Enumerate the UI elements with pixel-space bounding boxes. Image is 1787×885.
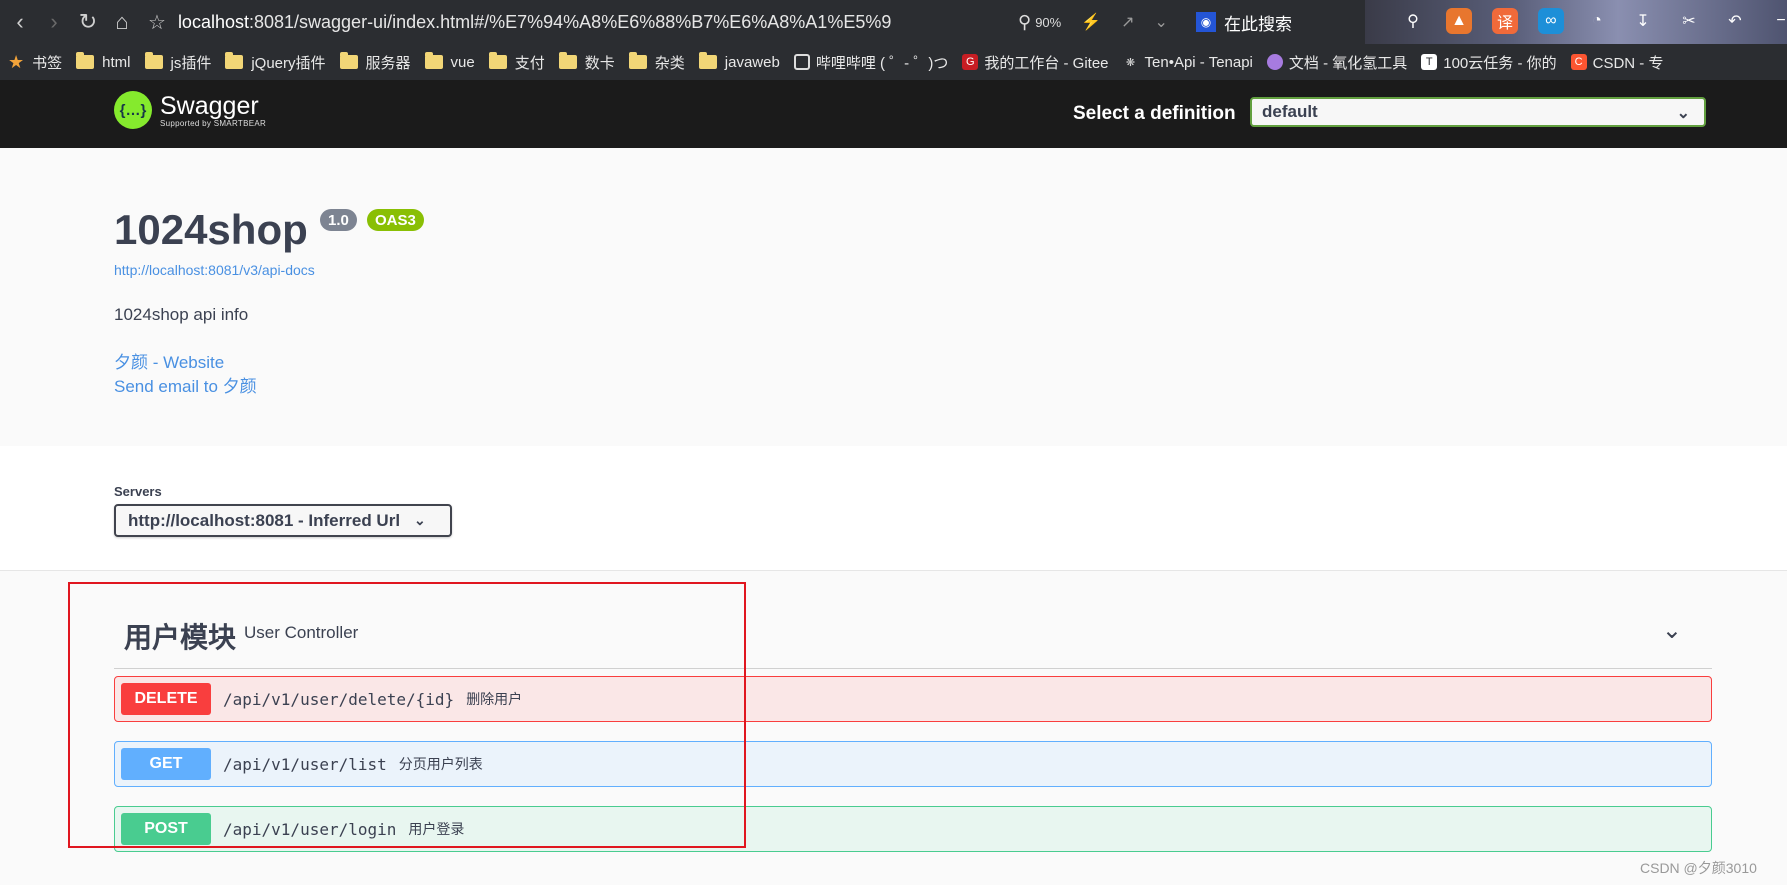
folder-icon xyxy=(144,52,163,69)
bookmark-site[interactable]: ❋ Ten•Api - Tenapi xyxy=(1123,54,1253,71)
gitee-icon: G xyxy=(962,54,979,70)
game-icon[interactable]: ▲ xyxy=(1446,8,1472,34)
logo-subtitle: Supported by SMARTBEAR xyxy=(160,118,267,128)
search-icon[interactable]: ⚲ xyxy=(1400,8,1426,34)
extension-icon[interactable]: ∞ xyxy=(1538,8,1564,34)
home-icon[interactable]: ⌂ xyxy=(108,8,136,36)
highlight-box xyxy=(68,582,746,848)
bookmark-star-icon[interactable]: ☆ xyxy=(148,10,166,35)
definition-label: Select a definition xyxy=(1073,103,1236,124)
search-engine-icon[interactable]: ◉ xyxy=(1195,12,1216,32)
bookmark-folder[interactable]: 数卡 xyxy=(558,52,615,73)
bookmark-folder[interactable]: html xyxy=(76,52,131,71)
translate-icon[interactable]: 译 xyxy=(1492,8,1518,34)
bookmark-site[interactable]: C CSDN - 专 xyxy=(1570,52,1663,73)
folder-icon xyxy=(698,52,717,69)
share-icon[interactable]: ↗ xyxy=(1121,12,1134,32)
folder-icon xyxy=(225,52,244,69)
bookmark-folder[interactable]: 支付 xyxy=(488,52,545,73)
definition-value: default xyxy=(1262,102,1318,121)
bookmarks-bar: ★ 书签 html js插件 jQuery插件 服务器 vue 支付 数卡 杂类 … xyxy=(0,44,1787,80)
address-bar[interactable]: ☆ localhost:8081/swagger-ui/index.html#/… xyxy=(148,6,998,38)
bookmark-site[interactable]: G 我的工作台 - Gitee xyxy=(962,52,1109,73)
bookmark-folder[interactable]: vue xyxy=(424,52,475,71)
watermark: CSDN @夕颜3010 xyxy=(1640,860,1757,876)
history-icon[interactable]: ◔ xyxy=(1584,8,1610,34)
logo-name: Swagger xyxy=(160,91,259,120)
more-icon[interactable]: − xyxy=(1768,8,1787,34)
api-title: 1024shop xyxy=(114,206,308,253)
flash-icon[interactable]: ⚡ xyxy=(1081,12,1101,32)
zoom-control[interactable]: ⚲ 90% xyxy=(1018,12,1061,33)
folder-icon xyxy=(76,52,95,69)
definition-select[interactable]: default ⌄ xyxy=(1250,97,1706,127)
folder-icon xyxy=(488,52,507,69)
server-value: http://localhost:8081 - Inferred Url xyxy=(128,510,401,530)
swagger-topbar: {…} Swagger Supported by SMARTBEAR Selec… xyxy=(0,80,1787,148)
servers-section: Servers http://localhost:8081 - Inferred… xyxy=(0,446,1787,571)
scissors-icon[interactable]: ✂ xyxy=(1676,8,1702,34)
bookmark-root[interactable]: ★ 书签 xyxy=(8,52,62,73)
download-icon[interactable]: ↧ xyxy=(1630,8,1656,34)
bookmark-folder[interactable]: 服务器 xyxy=(339,52,411,73)
bookmark-site[interactable]: 文档 - 氧化氢工具 xyxy=(1266,52,1407,73)
bilibili-icon xyxy=(793,54,810,70)
bookmark-folder[interactable]: jQuery插件 xyxy=(225,52,326,73)
url-text[interactable]: localhost:8081/swagger-ui/index.html#/%E… xyxy=(178,12,938,33)
bookmark-site[interactable]: 哔哩哔哩 ( ゜- ゜)つ xyxy=(793,52,948,73)
website-link[interactable]: 夕颜 - Website xyxy=(114,348,224,373)
email-link[interactable]: Send email to 夕颜 xyxy=(114,372,257,397)
swagger-logo-icon: {…} xyxy=(114,91,152,129)
toolbar-icons: ⚲ ▲ 译 ∞ ◔ ↧ ✂ ↶ − xyxy=(1400,8,1787,34)
undo-icon[interactable]: ↶ xyxy=(1722,8,1748,34)
chevron-down-icon: ⌄ xyxy=(414,512,426,528)
folder-icon xyxy=(628,52,647,69)
chevron-down-icon: ⌄ xyxy=(1676,105,1690,122)
share-icon: ❋ xyxy=(1125,56,1136,69)
folder-icon xyxy=(424,52,443,69)
oas-badge: OAS3 xyxy=(367,209,424,231)
api-info: 1024shop 1.0 OAS3 http://localhost:8081/… xyxy=(0,148,1787,446)
bookmark-folder[interactable]: javaweb xyxy=(698,52,780,71)
csdn-icon: C xyxy=(1570,54,1587,70)
server-select[interactable]: http://localhost:8081 - Inferred Url ⌄ xyxy=(114,504,452,537)
chevron-down-icon[interactable]: ⌄ xyxy=(1155,12,1168,32)
bookmark-folder[interactable]: 杂类 xyxy=(628,52,685,73)
chevron-down-icon[interactable]: ⌄ xyxy=(1662,616,1682,645)
servers-label: Servers xyxy=(114,484,162,499)
zoom-icon: ⚲ xyxy=(1018,11,1032,32)
folder-icon xyxy=(558,52,577,69)
star-icon: ★ xyxy=(8,51,25,72)
zoom-level: 90% xyxy=(1035,14,1062,30)
search-placeholder[interactable]: 在此搜索 xyxy=(1224,10,1292,35)
back-icon[interactable]: ‹ xyxy=(6,8,34,36)
swagger-logo[interactable]: {…} Swagger Supported by SMARTBEAR xyxy=(114,91,266,129)
api-description: 1024shop api info xyxy=(114,305,249,324)
api-docs-link[interactable]: http://localhost:8081/v3/api-docs xyxy=(114,262,315,278)
doc-icon xyxy=(1266,54,1283,70)
bookmark-folder[interactable]: js插件 xyxy=(144,52,211,73)
forward-icon[interactable]: › xyxy=(40,8,68,36)
version-badge: 1.0 xyxy=(320,209,357,231)
folder-icon xyxy=(339,52,358,69)
task-icon: T xyxy=(1421,54,1438,70)
bookmark-site[interactable]: T 100云任务 - 你的 xyxy=(1421,52,1557,73)
reload-icon[interactable]: ↻ xyxy=(74,8,102,36)
